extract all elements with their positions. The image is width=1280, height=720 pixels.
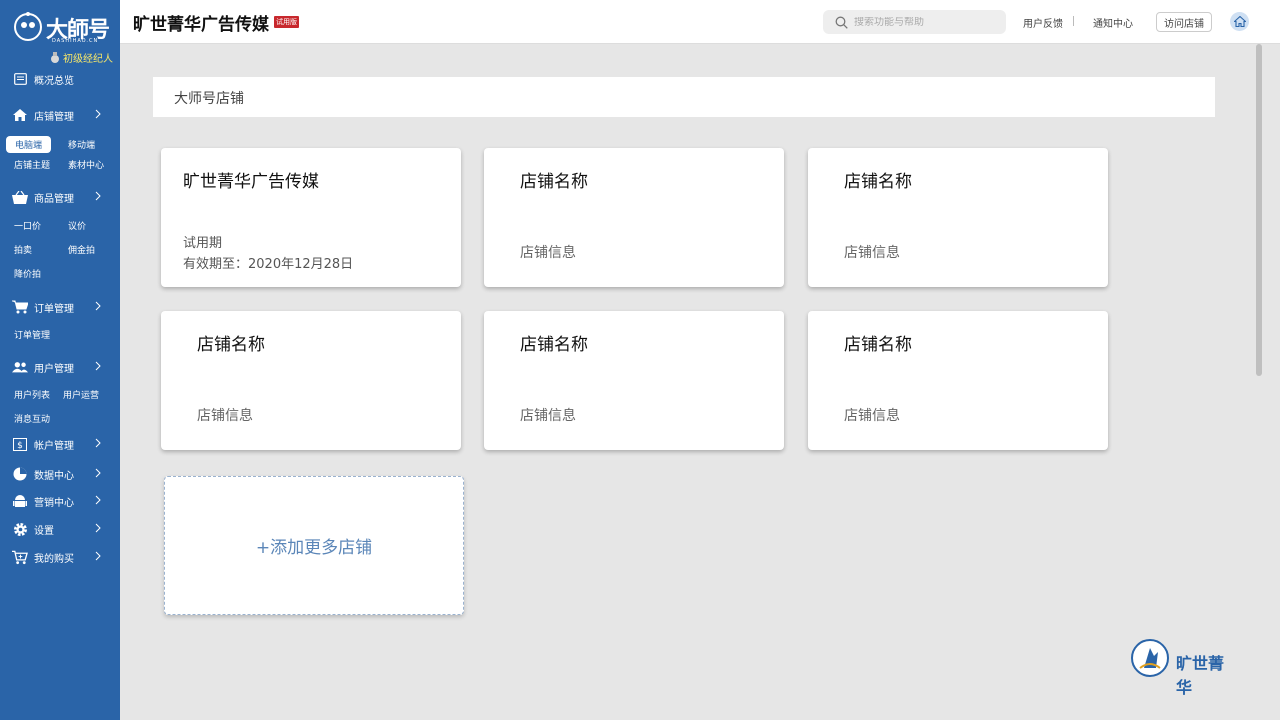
sidebar-item-data[interactable]: 数据中心: [0, 463, 120, 485]
sub-item-dutch-auction[interactable]: 降价拍: [14, 267, 41, 280]
sub-item-desktop[interactable]: 电脑端: [6, 136, 52, 153]
store-name: 店铺名称: [520, 172, 588, 192]
sidebar-label: 订单管理: [34, 303, 74, 315]
chevron-right-icon: [95, 438, 101, 448]
sub-item-user-list[interactable]: 用户列表: [14, 388, 50, 401]
brand-domain: DASHIHAO.CN: [52, 38, 99, 44]
chevron-right-icon: [95, 301, 101, 311]
trial-badge: 试用版: [274, 16, 299, 28]
store-name: 旷世菁华广告传媒: [183, 172, 319, 192]
android-icon: [12, 493, 28, 509]
company-emblem-icon: [1131, 639, 1169, 677]
store-status: 试用期: [183, 236, 223, 251]
rank-badge: 初级经纪人: [50, 50, 113, 65]
sidebar-label: 设置: [34, 525, 54, 537]
sidebar-item-orders[interactable]: 订单管理: [0, 296, 120, 318]
sub-item-messages[interactable]: 消息互动: [14, 412, 50, 425]
breadcrumb: 大师号店铺: [153, 77, 1215, 117]
sub-item-negotiable[interactable]: 议价: [68, 219, 86, 232]
shopping-cart-icon: [12, 549, 28, 565]
search-box[interactable]: [823, 10, 1006, 34]
store-info: 店铺信息: [844, 408, 900, 424]
sidebar-item-marketing[interactable]: 营销中心: [0, 490, 120, 512]
home-icon: [1233, 16, 1246, 27]
sub-item-store-theme[interactable]: 店铺主题: [14, 158, 50, 171]
sidebar-item-users[interactable]: 用户管理: [0, 356, 120, 378]
sidebar-label: 我的购买: [34, 553, 74, 565]
store-card[interactable]: 店铺名称 店铺信息: [808, 148, 1108, 287]
scrollbar[interactable]: [1256, 44, 1262, 376]
svg-text:$: $: [17, 441, 23, 451]
brand-logo[interactable]: 大師号 DASHIHAO.CN: [12, 8, 112, 48]
search-input[interactable]: [854, 16, 994, 28]
gear-icon: [12, 521, 28, 537]
sidebar-item-store[interactable]: 店铺管理: [0, 104, 120, 126]
store-info: 店铺信息: [520, 408, 576, 424]
store-info: 店铺信息: [844, 245, 900, 261]
shop-title: 旷世菁华广告传媒: [133, 15, 269, 35]
sub-item-commission-auction[interactable]: 佣金拍: [68, 243, 95, 256]
company-logo: 旷世菁华: [1130, 638, 1234, 697]
store-name: 店铺名称: [844, 172, 912, 192]
search-icon: [835, 16, 848, 29]
store-card[interactable]: 店铺名称 店铺信息: [161, 311, 461, 450]
cart-icon: [12, 299, 28, 315]
page-title: 大师号店铺: [174, 91, 244, 107]
sub-item-auction[interactable]: 拍卖: [14, 243, 32, 256]
sub-item-order-list[interactable]: 订单管理: [14, 328, 50, 341]
sub-item-mobile[interactable]: 移动端: [68, 138, 95, 151]
chevron-right-icon: [95, 495, 101, 505]
visit-store-button[interactable]: 访问店铺: [1156, 12, 1212, 32]
chevron-right-icon: [95, 191, 101, 201]
feedback-link[interactable]: 用户反馈: [1023, 15, 1063, 30]
sidebar: 大師号 DASHIHAO.CN 初级经纪人 概况总览 店铺管理 电脑端 移动端 …: [0, 0, 120, 720]
store-expiry: 有效期至：2020年12月28日: [183, 257, 354, 272]
sidebar-item-overview[interactable]: 概况总览: [0, 68, 120, 90]
store-info: 店铺信息: [520, 245, 576, 261]
store-card[interactable]: 店铺名称 店铺信息: [484, 311, 784, 450]
chevron-right-icon: [95, 551, 101, 561]
sub-item-materials[interactable]: 素材中心: [68, 158, 104, 171]
store-card[interactable]: 店铺名称 店铺信息: [808, 311, 1108, 450]
sidebar-label: 店铺管理: [34, 111, 74, 123]
chevron-right-icon: [95, 361, 101, 371]
store-card[interactable]: 店铺名称 店铺信息: [484, 148, 784, 287]
store-card[interactable]: 旷世菁华广告传媒 试用期 有效期至：2020年12月28日: [161, 148, 461, 287]
store-name: 店铺名称: [520, 335, 588, 355]
sidebar-label: 营销中心: [34, 497, 74, 509]
divider: [1073, 16, 1074, 26]
chevron-right-icon: [95, 109, 101, 119]
rank-label: 初级经纪人: [63, 54, 113, 65]
store-name: 店铺名称: [197, 335, 265, 355]
sidebar-item-account[interactable]: $ 帐户管理: [0, 433, 120, 455]
pie-chart-icon: [12, 466, 28, 482]
sidebar-label: 帐户管理: [34, 440, 74, 452]
sub-item-fixed-price[interactable]: 一口价: [14, 219, 41, 232]
chevron-right-icon: [95, 468, 101, 478]
sub-item-user-ops[interactable]: 用户运营: [63, 388, 99, 401]
sidebar-label: 用户管理: [34, 363, 74, 375]
store-info: 店铺信息: [197, 408, 253, 424]
logo-mark-icon: [14, 12, 42, 41]
add-store-button[interactable]: +添加更多店铺: [164, 476, 464, 615]
notice-center-link[interactable]: 通知中心: [1093, 15, 1133, 30]
users-icon: [12, 359, 28, 375]
sidebar-item-settings[interactable]: 设置: [0, 518, 120, 540]
store-name: 店铺名称: [844, 335, 912, 355]
top-bar: 旷世菁华广告传媒 试用版 用户反馈 通知中心 访问店铺: [120, 0, 1280, 44]
home-icon: [12, 107, 28, 123]
sidebar-label: 数据中心: [34, 470, 74, 482]
sidebar-label: 概况总览: [34, 75, 74, 87]
dollar-icon: $: [12, 436, 28, 452]
sidebar-label: 商品管理: [34, 193, 74, 205]
overview-icon: [12, 71, 28, 87]
basket-icon: [12, 189, 28, 205]
rank-medal-icon: [51, 51, 59, 63]
company-logo-text: 旷世菁华: [1176, 654, 1225, 697]
chevron-right-icon: [95, 523, 101, 533]
sidebar-item-goods[interactable]: 商品管理: [0, 186, 120, 208]
sidebar-item-purchases[interactable]: 我的购买: [0, 546, 120, 568]
home-button[interactable]: [1230, 12, 1249, 31]
